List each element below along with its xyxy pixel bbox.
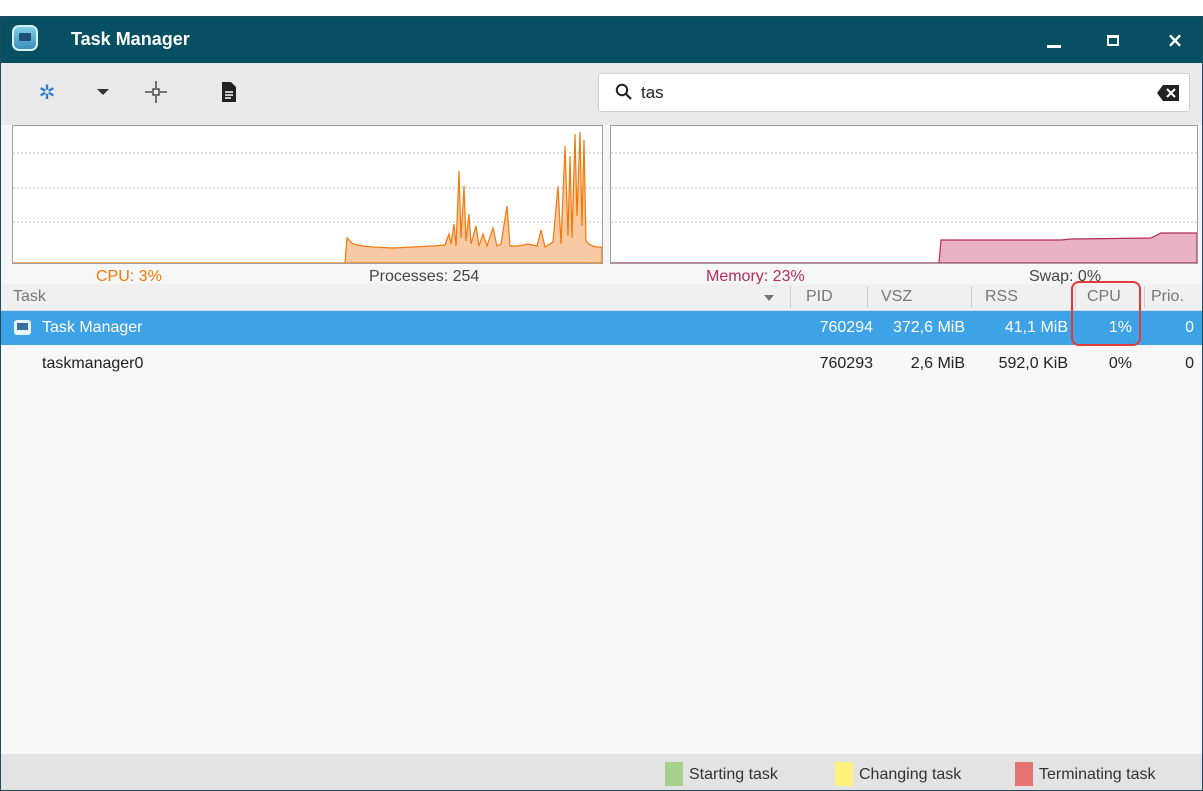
toolbar: ✲ xyxy=(1,63,1202,125)
vsz-cell: 2,6 MiB xyxy=(910,355,965,372)
column-divider xyxy=(867,286,868,308)
column-header-rss[interactable]: RSS xyxy=(985,288,1018,306)
column-divider xyxy=(790,286,791,308)
table-row[interactable]: taskmanager0 760293 2,6 MiB 592,0 KiB 0%… xyxy=(1,347,1202,381)
gear-icon[interactable]: ✲ xyxy=(35,80,59,104)
vsz-cell: 372,6 MiB xyxy=(892,319,965,336)
task-name-cell: taskmanager0 xyxy=(42,355,144,372)
document-icon[interactable] xyxy=(217,80,241,104)
crosshair-icon[interactable] xyxy=(144,80,168,104)
close-button[interactable]: × xyxy=(1161,26,1189,54)
minimize-icon xyxy=(1047,44,1061,48)
maximize-icon xyxy=(1107,34,1119,46)
column-header-vsz[interactable]: VSZ xyxy=(881,288,912,306)
cpu-cell: 0% xyxy=(1108,355,1132,372)
table-header: Task PID VSZ RSS CPU Prio. xyxy=(1,284,1202,311)
chevron-down-icon[interactable] xyxy=(91,80,115,104)
prio-cell: 0 xyxy=(1185,355,1194,372)
status-legend-bar: Starting task Changing task Terminating … xyxy=(1,754,1202,790)
clear-search-icon[interactable] xyxy=(1157,85,1179,101)
cpu-cell: 1% xyxy=(1108,319,1132,336)
column-divider xyxy=(1144,286,1145,308)
app-monitor-icon xyxy=(12,25,38,51)
task-manager-window: Task Manager × ✲ CPU: 3% Processes: 254 … xyxy=(0,16,1203,791)
cpu-history-graph xyxy=(12,125,603,264)
task-name-cell: Task Manager xyxy=(42,319,143,336)
starting-task-label: Starting task xyxy=(689,766,778,783)
process-table: Task Manager 760294 372,6 MiB 41,1 MiB 1… xyxy=(1,311,1202,754)
column-divider xyxy=(1075,286,1076,308)
search-icon xyxy=(615,83,632,100)
sort-descending-icon[interactable] xyxy=(764,295,774,301)
close-icon: × xyxy=(1166,28,1184,52)
title-bar[interactable]: Task Manager × xyxy=(1,17,1202,63)
terminating-task-swatch xyxy=(1015,762,1033,786)
table-row[interactable]: Task Manager 760294 372,6 MiB 41,1 MiB 1… xyxy=(1,311,1202,345)
memory-history-graph xyxy=(610,125,1198,264)
prio-cell: 0 xyxy=(1185,319,1194,336)
starting-task-swatch xyxy=(665,762,683,786)
memory-graph-plot xyxy=(611,152,1197,263)
rss-cell: 592,0 KiB xyxy=(998,355,1068,372)
app-monitor-icon xyxy=(14,320,31,335)
rss-cell: 41,1 MiB xyxy=(1004,319,1068,336)
pid-cell: 760294 xyxy=(819,319,873,336)
cpu-graph-plot xyxy=(13,131,602,263)
window-title: Task Manager xyxy=(71,29,190,49)
column-header-pid[interactable]: PID xyxy=(806,288,833,306)
minimize-button[interactable] xyxy=(1040,26,1068,54)
changing-task-swatch xyxy=(835,762,853,786)
maximize-button[interactable] xyxy=(1099,26,1127,54)
pid-cell: 760293 xyxy=(819,355,873,372)
search-box[interactable] xyxy=(598,73,1190,112)
column-header-prio[interactable]: Prio. xyxy=(1151,288,1184,306)
search-input[interactable] xyxy=(641,82,1141,104)
column-header-cpu[interactable]: CPU xyxy=(1087,288,1121,306)
column-header-task[interactable]: Task xyxy=(13,288,46,306)
column-divider xyxy=(971,286,972,308)
changing-task-label: Changing task xyxy=(859,766,962,783)
terminating-task-label: Terminating task xyxy=(1039,766,1156,783)
